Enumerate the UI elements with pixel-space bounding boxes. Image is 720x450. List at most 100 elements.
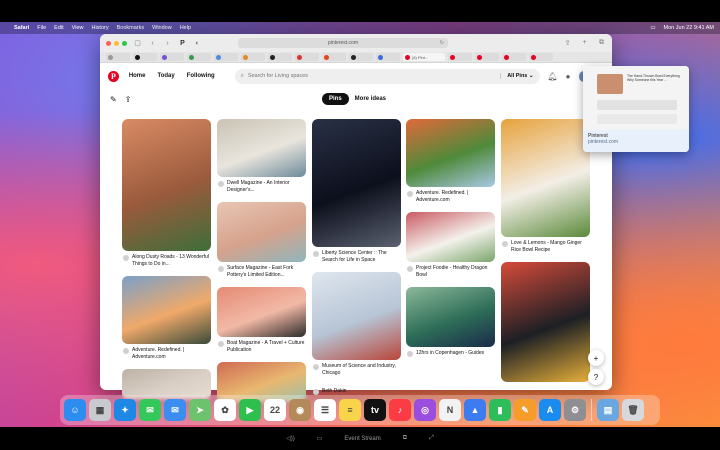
forward-icon[interactable]: ›: [163, 40, 172, 47]
tab-favicon[interactable]: [295, 53, 319, 61]
pin-card[interactable]: [501, 262, 590, 382]
finder-icon[interactable]: ☺: [64, 399, 86, 421]
tab-favicon[interactable]: [502, 53, 526, 61]
pin-card[interactable]: Surface Magazine - East Fork Pottery's L…: [217, 202, 306, 283]
trash-icon[interactable]: 🗑: [622, 399, 644, 421]
captions-icon[interactable]: ▭: [317, 435, 323, 442]
tab-preview-popup[interactable]: The Hand-Thrown Bowl Everything Why Some…: [583, 66, 689, 152]
control-center-icon[interactable]: ▭: [650, 25, 655, 31]
photos-icon[interactable]: ✿: [214, 399, 236, 421]
tv-icon[interactable]: tv: [364, 399, 386, 421]
pin-card[interactable]: Along Dusty Roads - 13 Wonderful Things …: [122, 119, 211, 272]
pin-card[interactable]: Dwell Magazine - An Interior Designer's.…: [217, 119, 306, 198]
menu-item-view[interactable]: View: [72, 25, 84, 31]
help-button[interactable]: ?: [588, 369, 604, 385]
sidebar-toggle-icon[interactable]: ▢: [133, 39, 142, 47]
menu-item-window[interactable]: Window: [152, 25, 172, 31]
tab-more-ideas[interactable]: More ideas: [355, 96, 386, 102]
pin-card[interactable]: Adventure. Redefined. | Adventure.com: [122, 276, 211, 365]
add-pin-button[interactable]: +: [588, 350, 604, 366]
pin-image[interactable]: [312, 272, 401, 360]
notifications-bell-icon[interactable]: 🔔︎: [548, 72, 558, 81]
share-icon[interactable]: ⇪: [563, 39, 572, 47]
reload-icon[interactable]: ↻: [440, 40, 444, 46]
menu-item-file[interactable]: File: [37, 25, 46, 31]
tab-pinterest-active[interactable]: (6) Pint...: [403, 53, 445, 61]
tab-favicon[interactable]: [241, 53, 265, 61]
downloads-folder-icon[interactable]: ▤: [597, 399, 619, 421]
facetime-icon[interactable]: ▶: [239, 399, 261, 421]
pin-image[interactable]: [122, 119, 211, 251]
launchpad-icon[interactable]: ▦: [89, 399, 111, 421]
tab-overview-icon[interactable]: ⧉: [597, 39, 606, 47]
address-bar[interactable]: pinterest.com ↻: [238, 38, 448, 48]
tab-favicon[interactable]: [214, 53, 238, 61]
mail-icon[interactable]: ✉: [164, 399, 186, 421]
tab-favicon[interactable]: [322, 53, 346, 61]
menu-clock[interactable]: Mon Jun 22 9:41 AM: [664, 25, 714, 31]
numbers-icon[interactable]: ▮: [489, 399, 511, 421]
pin-image[interactable]: [406, 287, 495, 347]
nav-home[interactable]: Home: [127, 70, 148, 82]
pin-card[interactable]: Boat Magazine - A Travel + Culture Publi…: [217, 287, 306, 358]
pin-image[interactable]: [122, 276, 211, 344]
menu-item-history[interactable]: History: [91, 25, 108, 31]
keynote-icon[interactable]: ▲: [464, 399, 486, 421]
pin-card[interactable]: 12hrs in Copenhagen - Guides: [406, 287, 495, 362]
notes-icon[interactable]: ≡: [339, 399, 361, 421]
pin-image[interactable]: [217, 287, 306, 337]
podcasts-icon[interactable]: ◎: [414, 399, 436, 421]
pin-image[interactable]: [501, 262, 590, 382]
contacts-icon[interactable]: ◉: [289, 399, 311, 421]
tab-favicon[interactable]: [133, 53, 157, 61]
pin-card[interactable]: Liberty Science Center :: The Search for…: [312, 119, 401, 268]
search-box[interactable]: ⌕ Search for Living spaces All Pins ⌄: [234, 68, 540, 84]
system-preferences-icon[interactable]: ⚙: [564, 399, 586, 421]
pinterest-extension-icon[interactable]: P: [178, 40, 187, 47]
pin-card[interactable]: Project Foodie - Healthy Dragon Bowl: [406, 212, 495, 283]
menu-item-help[interactable]: Help: [180, 25, 191, 31]
tab-pins[interactable]: Pins: [322, 93, 349, 105]
tab-favicon[interactable]: [187, 53, 211, 61]
music-icon[interactable]: ♪: [389, 399, 411, 421]
messages-icon[interactable]: ●: [566, 72, 571, 81]
pin-image[interactable]: [406, 212, 495, 262]
tab-favicon[interactable]: [475, 53, 499, 61]
pin-card[interactable]: Love & Lemons - Mango Ginger Rice Bowl R…: [501, 119, 590, 258]
news-icon[interactable]: N: [439, 399, 461, 421]
zoom-window-button[interactable]: [122, 40, 127, 46]
pin-card[interactable]: Adventure. Redefined. | Adventure.com: [406, 119, 495, 208]
pin-image[interactable]: [217, 119, 306, 177]
pages-icon[interactable]: ✎: [514, 399, 536, 421]
tab-favicon[interactable]: [529, 53, 553, 61]
shield-icon[interactable]: ◐: [193, 40, 202, 47]
nav-following[interactable]: Following: [185, 70, 217, 82]
tab-favicon[interactable]: [160, 53, 184, 61]
pinterest-logo-icon[interactable]: P: [108, 70, 119, 82]
volume-icon[interactable]: ◁)): [286, 435, 295, 442]
minimize-window-button[interactable]: [114, 40, 119, 46]
fullscreen-icon[interactable]: ⤢: [429, 435, 434, 442]
close-window-button[interactable]: [106, 40, 111, 46]
tab-favicon[interactable]: [349, 53, 373, 61]
menu-item-edit[interactable]: Edit: [54, 25, 63, 31]
pin-image[interactable]: [501, 119, 590, 237]
pin-image[interactable]: [217, 202, 306, 262]
back-icon[interactable]: ‹: [148, 40, 157, 47]
menu-item-bookmarks[interactable]: Bookmarks: [117, 25, 145, 31]
search-input[interactable]: Search for Living spaces: [248, 73, 308, 79]
tab-favicon[interactable]: [268, 53, 292, 61]
app-store-icon[interactable]: A: [539, 399, 561, 421]
messages-icon[interactable]: ✉: [139, 399, 161, 421]
new-tab-icon[interactable]: +: [580, 39, 589, 47]
search-scope-dropdown[interactable]: All Pins ⌄: [500, 73, 534, 79]
edit-pencil-icon[interactable]: ✎: [110, 95, 117, 104]
menu-app-name[interactable]: Safari: [14, 25, 29, 31]
tab-favicon[interactable]: [376, 53, 400, 61]
calendar-icon[interactable]: 22: [264, 399, 286, 421]
pin-card[interactable]: Museum of Science and Industry, Chicago: [312, 272, 401, 381]
maps-icon[interactable]: ➤: [189, 399, 211, 421]
tab-favicon[interactable]: [448, 53, 472, 61]
upload-share-icon[interactable]: ⇪: [125, 95, 132, 104]
reminders-icon[interactable]: ☰: [314, 399, 336, 421]
